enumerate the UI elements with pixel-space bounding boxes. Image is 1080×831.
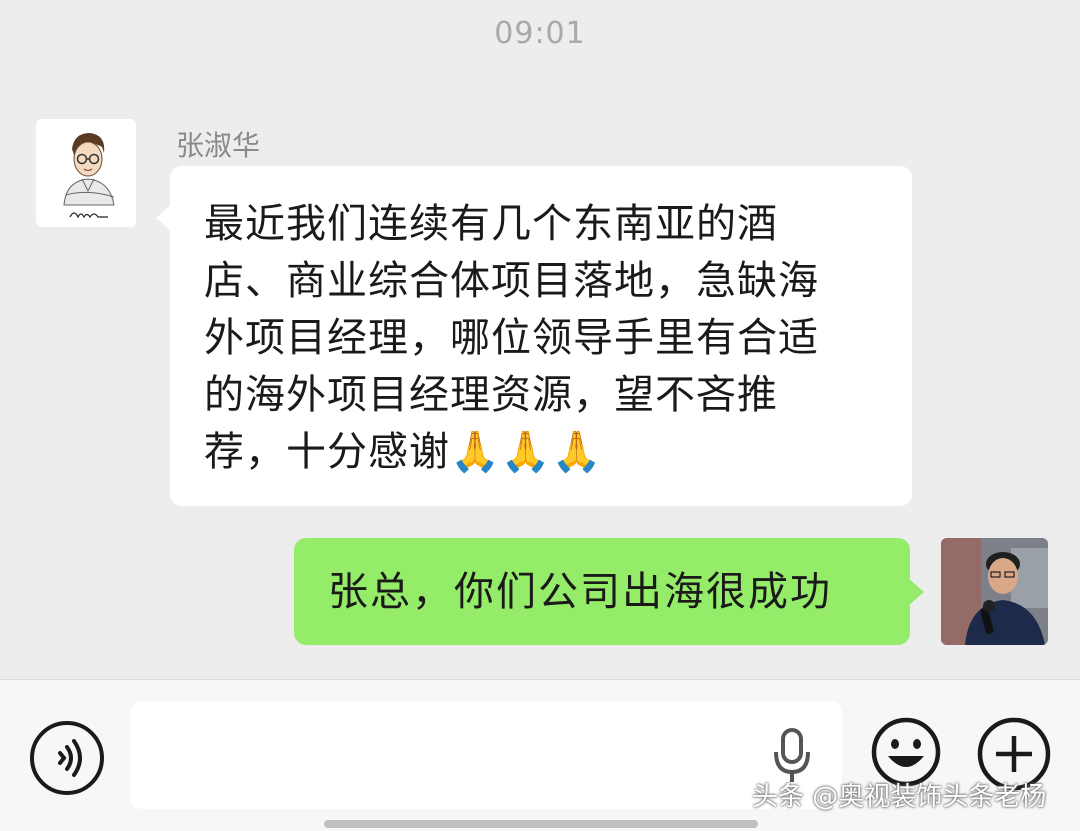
home-indicator[interactable] [324, 820, 758, 828]
chat-screen: 09:01 张淑华 最近我们连续有几个东南亚的酒 店、商业综合体项目落地，急缺海… [0, 0, 1080, 831]
message-line: 最近我们连续有几个东南亚的酒 [204, 201, 778, 247]
outgoing-message-text: 张总，你们公司出海很成功 [328, 569, 832, 615]
sender-name: 张淑华 [176, 129, 261, 162]
sender-avatar[interactable] [36, 119, 136, 227]
voice-toggle-icon [58, 739, 82, 777]
pray-emoji: 🙏 [500, 429, 552, 475]
message-line: 荐，十分感谢 [204, 429, 450, 475]
message-line-last: 荐，十分感谢🙏🙏🙏 [204, 424, 882, 481]
own-avatar[interactable] [941, 538, 1048, 645]
incoming-message-text: 最近我们连续有几个东南亚的酒 店、商业综合体项目落地，急缺海 外项目经理，哪位领… [204, 196, 882, 481]
speaker-photo-avatar-icon [941, 538, 1048, 645]
watermark: 头条 @奥视装饰头条老杨 [752, 782, 1047, 812]
message-line: 外项目经理，哪位领导手里有合适 [204, 315, 819, 361]
voice-toggle-button[interactable] [30, 721, 104, 795]
message-timestamp: 09:01 [494, 16, 586, 51]
message-line: 的海外项目经理资源，望不吝推 [204, 372, 778, 418]
sketch-man-avatar-icon [36, 119, 136, 227]
pray-emoji: 🙏 [551, 429, 603, 475]
pray-emoji: 🙏 [450, 429, 501, 475]
incoming-message-bubble[interactable]: 最近我们连续有几个东南亚的酒 店、商业综合体项目落地，急缺海 外项目经理，哪位领… [156, 166, 912, 506]
outgoing-message-bubble[interactable]: 张总，你们公司出海很成功 [294, 538, 924, 645]
message-line: 店、商业综合体项目落地，急缺海 [204, 258, 819, 304]
message-input[interactable] [130, 701, 842, 809]
